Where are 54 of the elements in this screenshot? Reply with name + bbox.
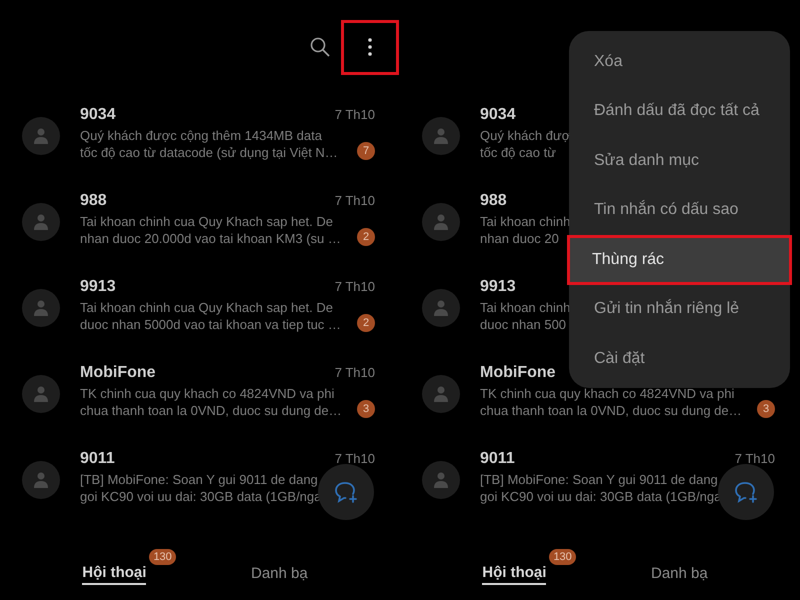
contact-name: 9913 [480, 278, 516, 296]
message-preview: Quý khách được cộng thêm 1434MB data tốc độ cao từ datacode (sử dụng tại Việt N… [80, 127, 338, 161]
contact-name: 9011 [480, 450, 515, 468]
tab[interactable]: Danh bạ [650, 562, 708, 584]
more-options-button[interactable] [341, 20, 399, 74]
person-icon [34, 128, 48, 144]
message-preview: Tai khoan chinh cua Quy Khach sap het. De duoc nhan 5000d vao tai khoan va tiep tuc … [80, 299, 341, 333]
message-date: 7 Th10 [334, 107, 375, 122]
message-date: 7 Th10 [334, 365, 375, 380]
message-date: 7 Th10 [734, 451, 775, 466]
message-date: 7 Th10 [334, 451, 375, 466]
menu-item[interactable]: Xóa [569, 37, 790, 86]
unread-count: 7 [357, 142, 375, 160]
tab-badge: 130 [149, 549, 176, 565]
person-icon [34, 300, 48, 316]
more-icon [368, 38, 372, 56]
menu-item[interactable]: Cài đặt [569, 334, 790, 384]
message-preview: Tai khoan chinh cua Quy Khach sap het. De nhan duoc 20.000d vao tai khoan KM3 (su … [80, 213, 341, 247]
unread-count: 3 [357, 400, 375, 418]
contact-name: MobiFone [80, 364, 156, 382]
person-icon [434, 300, 448, 316]
message-date: 7 Th10 [334, 193, 375, 208]
unread-count: 3 [757, 400, 775, 418]
chat-plus-icon [734, 481, 758, 503]
message-preview: Tai khoan chinh duoc nhan 500 [480, 299, 570, 333]
contact-name: 9034 [80, 106, 116, 124]
contact-name: 9913 [80, 278, 116, 296]
message-preview: TK chinh cua quy khach co 4824VND va phi chua thanh toan la 0VND, duoc su dung de… [480, 385, 742, 419]
person-icon [434, 472, 448, 488]
chat-plus-icon [334, 481, 358, 503]
tab[interactable]: Danh bạ [250, 562, 308, 584]
menu-item[interactable]: Gửi tin nhắn riêng lẻ [569, 284, 790, 334]
unread-count: 2 [357, 314, 375, 332]
menu-item[interactable]: Thùng rác [567, 235, 792, 284]
person-icon [34, 214, 48, 230]
person-icon [434, 386, 448, 402]
person-icon [434, 128, 448, 144]
contact-name: 988 [480, 192, 507, 210]
contact-name: MobiFone [480, 364, 556, 382]
person-icon [434, 214, 448, 230]
person-icon [34, 386, 48, 402]
search-icon [310, 37, 330, 57]
person-icon [34, 472, 48, 488]
unread-count: 2 [357, 228, 375, 246]
tab-badge: 130 [549, 549, 576, 565]
message-preview: Quý khách đượ tốc độ cao từ [480, 127, 570, 161]
contact-name: 9011 [80, 450, 115, 468]
message-preview: TK chinh cua quy khach co 4824VND va phi chua thanh toan la 0VND, duoc su dung de… [80, 385, 342, 419]
contact-name: 9034 [480, 106, 516, 124]
menu-item[interactable]: Đánh dấu đã đọc tất cả [569, 86, 790, 136]
menu-item[interactable]: Tin nhắn có dấu sao [569, 186, 790, 235]
menu-item[interactable]: Sửa danh mục [569, 136, 790, 186]
contact-name: 988 [80, 192, 107, 210]
message-date: 7 Th10 [334, 279, 375, 294]
